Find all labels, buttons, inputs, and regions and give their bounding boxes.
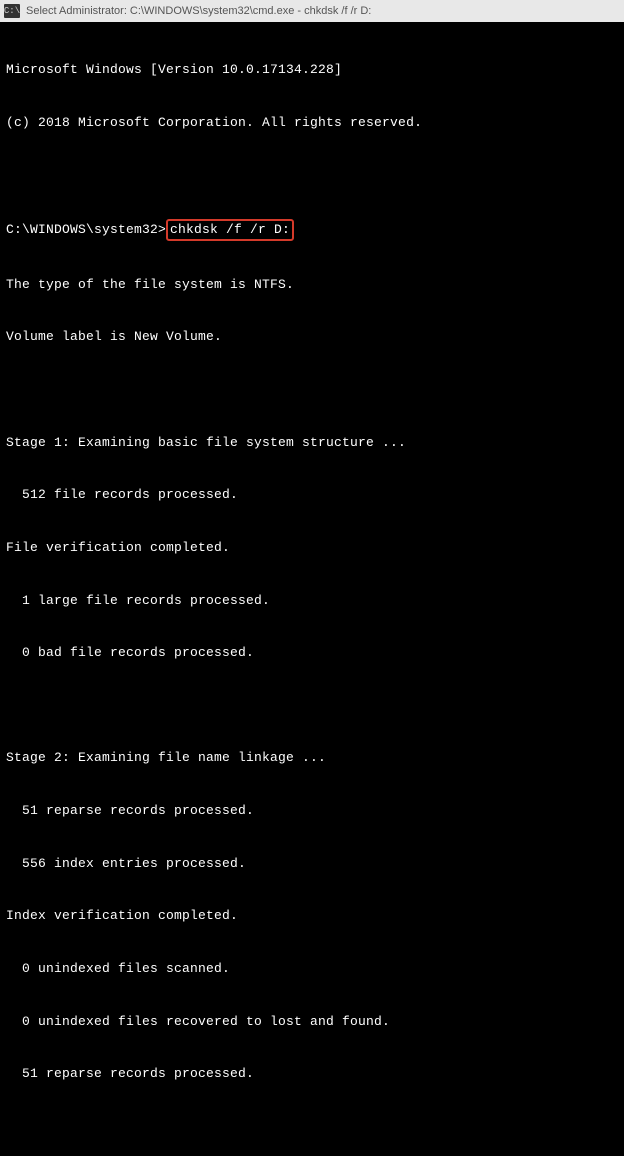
- output-line: 0 unindexed files recovered to lost and …: [6, 1013, 618, 1031]
- output-line: 556 index entries processed.: [6, 855, 618, 873]
- prompt: C:\WINDOWS\system32>: [6, 222, 166, 237]
- output-line: Volume label is New Volume.: [6, 328, 618, 346]
- blank-line: [6, 1118, 618, 1136]
- cmd-icon: C:\: [4, 4, 20, 18]
- titlebar[interactable]: C:\ Select Administrator: C:\WINDOWS\sys…: [0, 0, 624, 22]
- output-line: 0 unindexed files scanned.: [6, 960, 618, 978]
- output-line: Stage 1: Examining basic file system str…: [6, 434, 618, 452]
- command-highlight: chkdsk /f /r D:: [166, 219, 294, 241]
- blank-line: [6, 381, 618, 399]
- prompt-line: C:\WINDOWS\system32> chkdsk /f /r D:: [6, 219, 618, 241]
- output-line: 1 large file records processed.: [6, 592, 618, 610]
- output-line: (c) 2018 Microsoft Corporation. All righ…: [6, 114, 618, 132]
- output-line: 512 file records processed.: [6, 486, 618, 504]
- output-line: Microsoft Windows [Version 10.0.17134.22…: [6, 61, 618, 79]
- output-line: File verification completed.: [6, 539, 618, 557]
- blank-line: [6, 166, 618, 184]
- output-line: 0 bad file records processed.: [6, 644, 618, 662]
- output-line: Stage 2: Examining file name linkage ...: [6, 749, 618, 767]
- command-text: chkdsk /f /r D:: [170, 222, 290, 237]
- output-line: 51 reparse records processed.: [6, 1065, 618, 1083]
- output-line: The type of the file system is NTFS.: [6, 276, 618, 294]
- output-line: Index verification completed.: [6, 907, 618, 925]
- output-line: 51 reparse records processed.: [6, 802, 618, 820]
- blank-line: [6, 697, 618, 715]
- window-title: Select Administrator: C:\WINDOWS\system3…: [26, 5, 371, 17]
- terminal-output[interactable]: Microsoft Windows [Version 10.0.17134.22…: [0, 22, 624, 1156]
